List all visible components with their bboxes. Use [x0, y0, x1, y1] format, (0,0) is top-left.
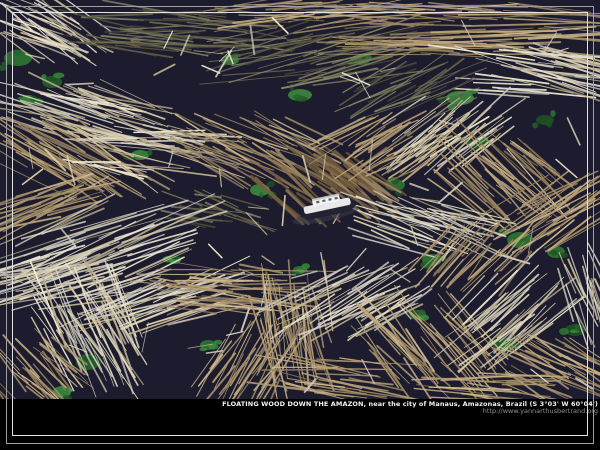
- caption-url: http://www.yannarthusbertrand.org: [0, 408, 598, 415]
- wallpaper-canvas: FLOATING WOOD DOWN THE AMAZON, near the …: [0, 0, 600, 450]
- amazon-aerial-photo: [0, 0, 600, 450]
- caption-bar: FLOATING WOOD DOWN THE AMAZON, near the …: [0, 399, 600, 450]
